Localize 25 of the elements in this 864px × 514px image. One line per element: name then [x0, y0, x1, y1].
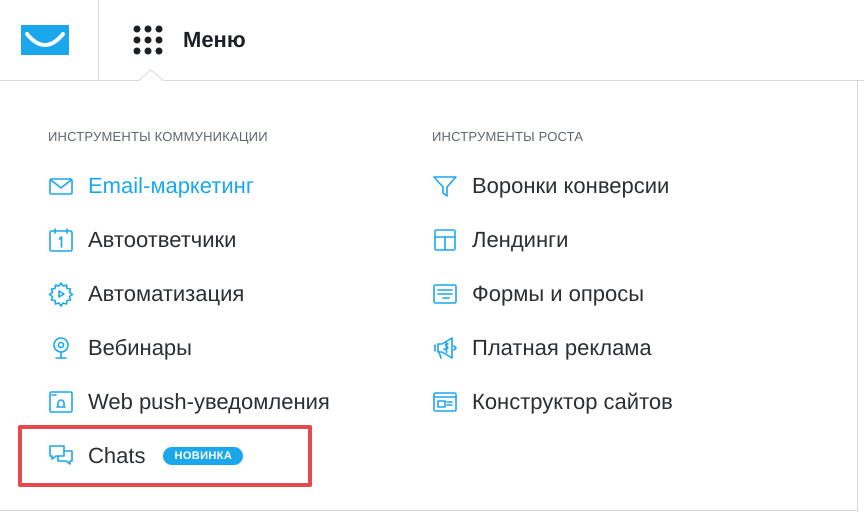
menu-item[interactable]: Воронки конверсии	[472, 173, 670, 199]
menu-item[interactable]: Автоответчики	[88, 227, 236, 253]
menu-item[interactable]: Вебинары	[88, 335, 192, 361]
logo-icon[interactable]	[21, 25, 69, 55]
section-heading: ИНСТРУМЕНТЫ РОСТА	[432, 129, 584, 145]
funnel-icon	[432, 173, 458, 199]
new-badge: НОВИНКА	[163, 447, 244, 465]
calendar-icon	[48, 227, 74, 253]
menu-label: Меню	[183, 27, 246, 53]
menu-item[interactable]: Chats	[88, 443, 146, 469]
grid-icon	[133, 25, 163, 55]
browser-bell-icon	[48, 389, 74, 415]
menu-item[interactable]: Формы и опросы	[472, 281, 644, 307]
menu-item[interactable]: Платная реклама	[472, 335, 652, 361]
form-icon	[432, 281, 458, 307]
website-icon	[432, 389, 458, 415]
megaphone-icon	[432, 335, 458, 361]
section-heading: ИНСТРУМЕНТЫ КОММУНИКАЦИИ	[48, 129, 269, 145]
menu-button[interactable]: Меню	[133, 0, 246, 80]
menu-item[interactable]: Лендинги	[472, 227, 568, 253]
gear-icon	[48, 281, 74, 307]
layout-icon	[432, 227, 458, 253]
menu-item[interactable]: Автоматизация	[88, 281, 244, 307]
menu-item[interactable]: Конструктор сайтов	[472, 389, 673, 415]
menu-item[interactable]: Web push-уведомления	[88, 389, 330, 415]
